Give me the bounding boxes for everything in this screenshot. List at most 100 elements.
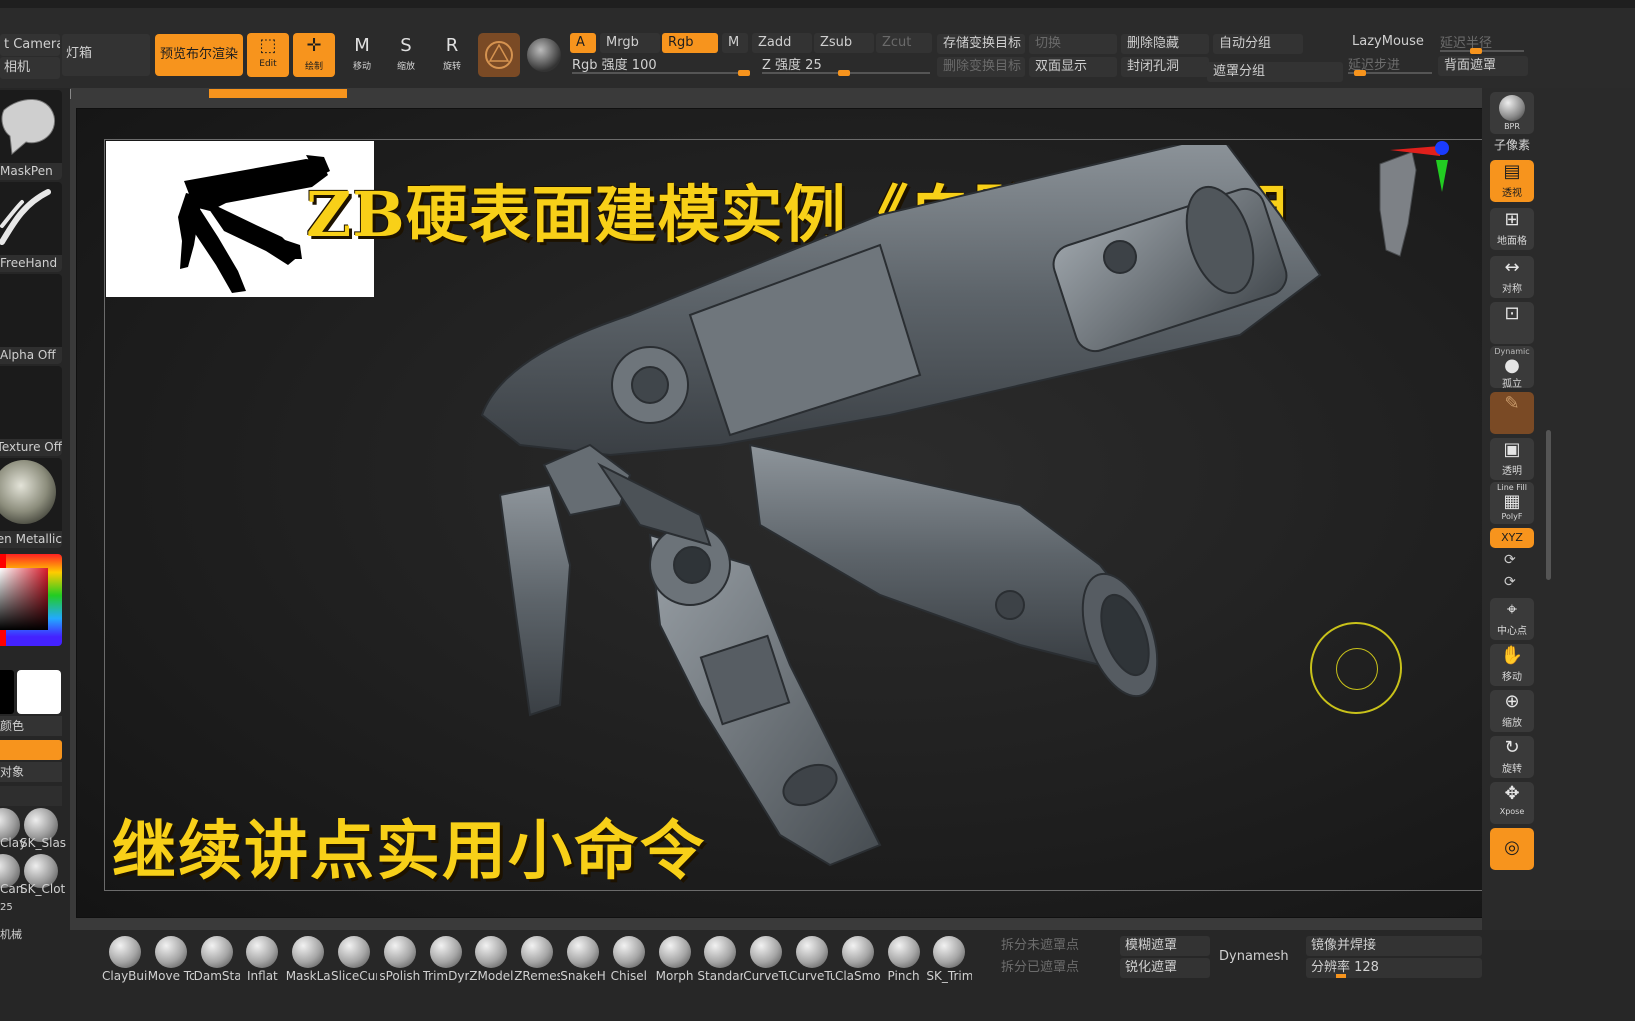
rotate-button[interactable]: R 旋转 — [432, 33, 472, 77]
brush-zremes[interactable]: ZRemes — [514, 936, 560, 983]
rotate-z-icon[interactable]: ⟳ — [1504, 574, 1516, 590]
rotate-y-icon[interactable]: ⟳ — [1504, 552, 1516, 568]
sphere-icon[interactable] — [527, 38, 561, 72]
blur-mask-button[interactable]: 模糊遮罩 — [1120, 936, 1210, 956]
brush-damsta[interactable]: DamSta — [194, 936, 240, 983]
texture-selector[interactable]: Texture Off — [0, 366, 62, 456]
brush-maskla[interactable]: MaskLa — [285, 936, 331, 983]
right-scrollbar[interactable] — [1546, 430, 1551, 580]
camera-sub-button[interactable]: 相机 — [0, 57, 60, 79]
center-point-button[interactable]: ⌖ 中心点 — [1490, 598, 1534, 640]
m-toggle[interactable]: M — [722, 33, 748, 53]
bpr-button[interactable]: BPR — [1490, 92, 1534, 134]
xpose-button[interactable]: ✥ Xpose — [1490, 782, 1534, 824]
mask-groups-button[interactable]: 遮罩分组 — [1207, 62, 1343, 82]
mirror-weld-button[interactable]: 镜像并焊接 — [1306, 936, 1482, 956]
edit-button[interactable]: ⬚ Edit — [247, 33, 289, 77]
brush-move-tc[interactable]: Move Tc — [148, 936, 194, 983]
a-toggle[interactable]: A — [570, 33, 596, 53]
move-button[interactable]: M 移动 — [342, 33, 382, 77]
brush-claybuil[interactable]: ClayBuil — [102, 936, 148, 983]
brush-clasmo[interactable]: ClaSmo — [835, 936, 881, 983]
scale-button[interactable]: S 缩放 — [386, 33, 426, 77]
auto-groups-button[interactable]: 自动分组 — [1213, 34, 1303, 54]
resolution-slider[interactable]: 分辨率 128 — [1306, 958, 1482, 978]
brush-chisel[interactable]: Chisel — [606, 936, 652, 983]
perspective-button[interactable]: ▤ 透视 — [1490, 160, 1534, 202]
delete-morph-button[interactable]: 删除变换目标 — [937, 57, 1025, 77]
preview-render-button[interactable]: 预览布尔渲染 — [155, 34, 243, 76]
zcut-toggle[interactable]: Zcut — [876, 33, 932, 53]
brush-icon — [796, 936, 828, 968]
mrgb-toggle[interactable]: Mrgb — [600, 33, 660, 53]
primary-color-swatch[interactable] — [0, 670, 14, 714]
material-selector[interactable]: Green Metallic — [0, 458, 62, 548]
brush-sk-trim[interactable]: SK_Trim — [926, 936, 972, 983]
brush-pinch[interactable]: Pinch — [881, 936, 927, 983]
double-sided-button[interactable]: 双面显示 — [1029, 57, 1117, 77]
menu-bar[interactable] — [0, 0, 1635, 8]
close-holes-button[interactable]: 封闭孔洞 — [1121, 57, 1209, 77]
backface-mask-button[interactable]: 背面遮罩 — [1438, 56, 1528, 76]
rgb-toggle[interactable]: Rgb — [662, 33, 718, 53]
lazy-radius-slider[interactable]: 延迟半径 — [1440, 32, 1524, 54]
brush-icon — [429, 936, 462, 968]
brush-snakeh[interactable]: SnakeH — [560, 936, 606, 983]
rgb-intensity-slider[interactable]: Rgb 强度 100 — [572, 54, 750, 76]
zadd-toggle[interactable]: Zadd — [752, 33, 812, 53]
switch-button[interactable]: 切换 — [1029, 34, 1117, 54]
move-view-button[interactable]: ✋ 移动 — [1490, 644, 1534, 686]
scale-view-button[interactable]: ⊕ 缩放 — [1490, 690, 1534, 732]
lightbox-button[interactable]: 灯箱 — [62, 34, 150, 76]
brush-label: MaskLa — [285, 969, 331, 983]
local-button[interactable]: ⊡ — [1490, 302, 1534, 344]
lazymouse-button[interactable]: LazyMouse — [1346, 32, 1434, 52]
brush-standar[interactable]: Standar — [697, 936, 743, 983]
brush-curvetu[interactable]: CurveTu — [743, 936, 789, 983]
store-morph-button[interactable]: 存储变换目标 — [937, 34, 1025, 54]
split-unmasked-button[interactable]: 拆分未遮罩点 — [996, 936, 1116, 956]
lazy-step-slider[interactable]: 延迟步进 — [1348, 54, 1432, 76]
brush-selector[interactable]: MaskPen — [0, 90, 62, 180]
solo-button[interactable]: Dynamic ● 孤立 — [1490, 346, 1534, 390]
sharpen-mask-button[interactable]: 锐化遮罩 — [1120, 958, 1210, 978]
brush-curvetu[interactable]: CurveTu — [789, 936, 835, 983]
floor-grid-button[interactable]: ⊞ 地面格 — [1490, 208, 1534, 250]
stroke-selector[interactable]: FreeHand — [0, 182, 62, 272]
hand-icon: ✋ — [1500, 645, 1524, 666]
split-masked-button[interactable]: 拆分已遮罩点 — [996, 958, 1116, 978]
brush-icon — [658, 936, 691, 968]
xyz-toggle[interactable]: XYZ — [1490, 528, 1534, 548]
fill-color-bar[interactable] — [0, 740, 62, 760]
camera-button[interactable]: t Camera — [0, 34, 60, 56]
draw-icon: ✛ — [306, 35, 322, 56]
brush-inflat[interactable]: Inflat — [239, 936, 285, 983]
object-field[interactable] — [0, 786, 62, 806]
floor-grid-icon: ⊞ — [1504, 209, 1520, 230]
orientation-gizmo[interactable] — [1350, 140, 1460, 270]
transparency-button[interactable]: ▣ 透明 — [1490, 438, 1534, 480]
draw-button[interactable]: ✛ 绘制 — [293, 33, 335, 77]
symmetry-button[interactable]: ↔ 对称 — [1490, 256, 1534, 298]
brush-zmodel[interactable]: ZModel — [468, 936, 514, 983]
brush-morph[interactable]: Morph — [652, 936, 698, 983]
transparency-ghost-button[interactable]: ✎ — [1490, 392, 1534, 434]
mini-brush-label: SK_Slas — [20, 836, 67, 850]
rotate-view-button[interactable]: ↻ 旋转 — [1490, 736, 1534, 778]
brush-trimdyr[interactable]: TrimDyr — [423, 936, 469, 983]
z-intensity-slider[interactable]: Z 强度 25 — [762, 54, 930, 76]
material-button[interactable] — [478, 33, 520, 77]
secondary-color-swatch[interactable] — [17, 670, 61, 714]
brush-spolish[interactable]: sPolish — [377, 936, 423, 983]
solo-mode-button[interactable]: ◎ — [1490, 828, 1534, 870]
top-toolbar: t Camera 相机 灯箱 预览布尔渲染 ⬚ Edit ✛ 绘制 M 移动 S… — [0, 8, 1635, 88]
alpha-selector[interactable]: Alpha Off — [0, 274, 62, 364]
brush-slicecur[interactable]: SliceCur — [331, 936, 377, 983]
dynamesh-button[interactable]: Dynamesh — [1214, 936, 1302, 978]
zsub-toggle[interactable]: Zsub — [814, 33, 874, 53]
color-picker[interactable] — [0, 554, 62, 646]
delete-hidden-button[interactable]: 删除隐藏 — [1121, 34, 1209, 54]
brush-icon — [887, 936, 920, 968]
active-tab-indicator[interactable] — [209, 89, 347, 98]
polyframe-button[interactable]: Line Fill ▦ PolyF — [1490, 482, 1534, 524]
